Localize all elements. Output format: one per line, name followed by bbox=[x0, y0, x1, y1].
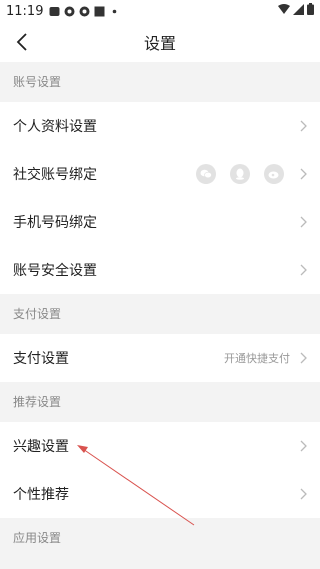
section-header-payment: 支付设置 bbox=[0, 294, 320, 334]
row-label: 手机号码绑定 bbox=[13, 215, 97, 231]
chevron-right-icon bbox=[298, 119, 308, 133]
square-notification-icon bbox=[94, 6, 105, 17]
chevron-right-icon bbox=[298, 215, 308, 229]
chevron-left-icon bbox=[16, 33, 27, 51]
status-right bbox=[278, 3, 314, 19]
notification-icon bbox=[49, 6, 60, 17]
status-bar: 11:19 bbox=[0, 0, 320, 22]
section-header-account: 账号设置 bbox=[0, 62, 320, 102]
signal-icon bbox=[293, 3, 304, 19]
back-button[interactable] bbox=[10, 30, 34, 54]
row-label: 社交账号绑定 bbox=[13, 167, 97, 183]
chevron-right-icon bbox=[298, 263, 308, 277]
dot-icon bbox=[109, 6, 120, 17]
battery-icon bbox=[307, 3, 314, 19]
qq-icon[interactable] bbox=[230, 164, 250, 184]
section-header-recommend: 推荐设置 bbox=[0, 382, 320, 422]
row-social-binding[interactable]: 社交账号绑定 bbox=[0, 150, 320, 198]
chevron-right-icon bbox=[298, 439, 308, 453]
wifi-icon bbox=[278, 3, 290, 19]
page-title: 设置 bbox=[143, 34, 176, 53]
title-bar: 设置 bbox=[0, 22, 320, 62]
app-notification-icon-2 bbox=[79, 6, 90, 17]
row-label: 支付设置 bbox=[13, 351, 69, 367]
row-label: 兴趣设置 bbox=[13, 439, 69, 455]
chevron-right-icon bbox=[298, 487, 308, 501]
section-header-app: 应用设置 bbox=[0, 518, 320, 558]
app-notification-icon bbox=[64, 6, 75, 17]
weibo-icon[interactable] bbox=[264, 164, 284, 184]
wechat-icon[interactable] bbox=[196, 164, 216, 184]
row-profile-settings[interactable]: 个人资料设置 bbox=[0, 102, 320, 150]
row-phone-binding[interactable]: 手机号码绑定 bbox=[0, 198, 320, 246]
row-label: 账号安全设置 bbox=[13, 263, 97, 279]
chevron-right-icon bbox=[298, 167, 308, 181]
status-time: 11:19 bbox=[6, 3, 44, 19]
quick-pay-hint: 开通快捷支付 bbox=[224, 352, 290, 365]
row-label: 个性推荐 bbox=[13, 487, 69, 503]
row-label: 个人资料设置 bbox=[13, 119, 97, 135]
row-account-security[interactable]: 账号安全设置 bbox=[0, 246, 320, 294]
row-payment-settings[interactable]: 支付设置 开通快捷支付 bbox=[0, 334, 320, 382]
row-interest-settings[interactable]: 兴趣设置 bbox=[0, 422, 320, 470]
chevron-right-icon bbox=[298, 351, 308, 365]
row-personal-recommend[interactable]: 个性推荐 bbox=[0, 470, 320, 518]
